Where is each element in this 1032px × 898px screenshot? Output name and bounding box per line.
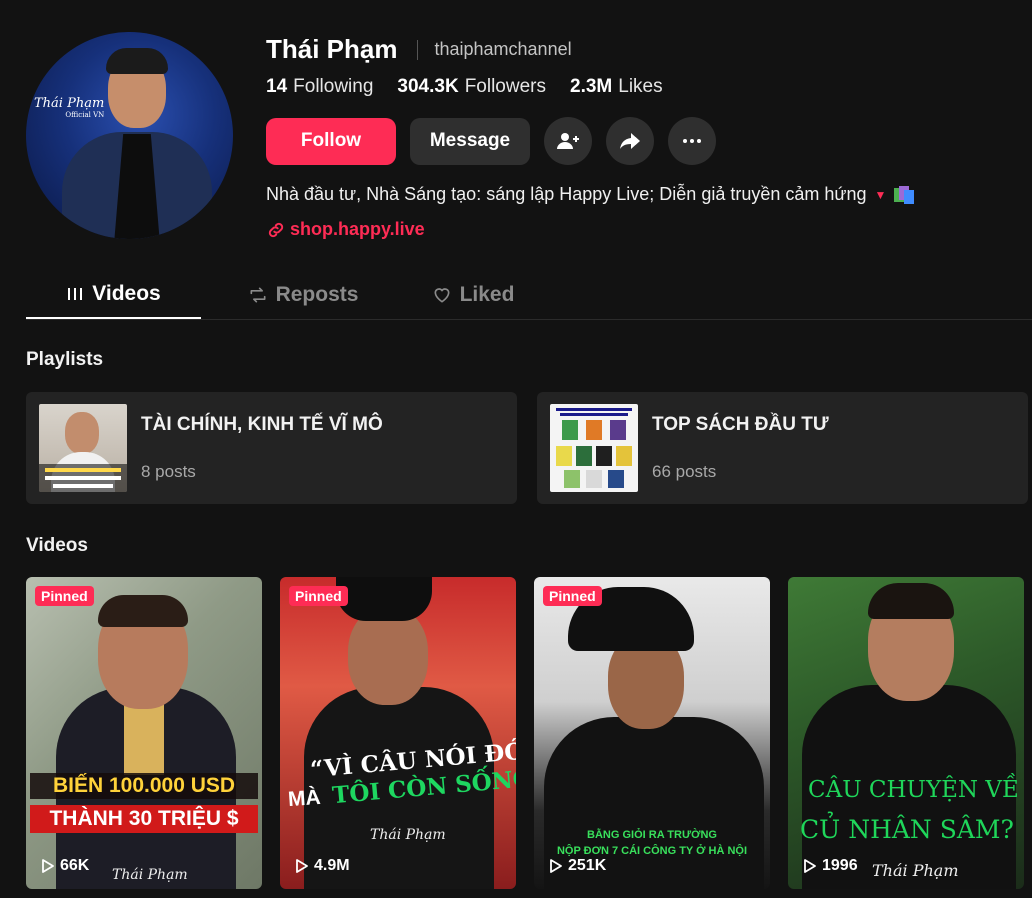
play-icon (804, 859, 816, 873)
repost-icon (250, 287, 266, 302)
name-divider (417, 39, 419, 60)
books-emoji-icon (894, 185, 916, 204)
pinned-badge: Pinned (35, 586, 94, 606)
playlist-card-finance[interactable]: TÀI CHÍNH, KINH TẾ VĨ MÔ 8 posts (26, 392, 517, 504)
profile-tabs: Videos Reposts Liked (26, 270, 1032, 320)
profile-avatar[interactable]: Thái Phạm Official VN (26, 32, 233, 239)
video-watermark: Thái Phạm (112, 867, 188, 883)
heart-outline-icon (434, 287, 450, 303)
profile-name: Thái Phạm (266, 34, 398, 64)
playlist-count: 8 posts (141, 462, 196, 481)
message-button[interactable]: Message (410, 117, 530, 165)
video-card[interactable]: CÂU CHUYỆN VỀ CỦ NHÂN SÂM? Thái Phạm 199… (788, 577, 1024, 889)
video-person-hair (98, 595, 188, 627)
video-views: 66K (42, 857, 89, 875)
playlist-thumbnail (550, 404, 638, 492)
video-caption-line2: THÀNH 30 TRIỆU $ (30, 805, 258, 833)
video-views: 251K (550, 857, 606, 875)
profile-name-row: Thái Phạm thaiphamchannel (266, 34, 572, 65)
playlist-card-books[interactable]: TOP SÁCH ĐẦU TƯ 66 posts (537, 392, 1028, 504)
playlists-title: Playlists (26, 349, 104, 370)
add-friend-icon (557, 133, 579, 149)
profile-stats: 14 Following 304.3K Followers 2.3M Likes (266, 76, 687, 98)
pinned-badge: Pinned (543, 586, 602, 606)
video-person-face (348, 607, 428, 705)
stat-likes: 2.3M Likes (570, 76, 663, 97)
play-icon (42, 859, 54, 873)
add-friend-button[interactable] (544, 117, 592, 165)
video-views: 1996 (804, 857, 858, 875)
playlist-name: TÀI CHÍNH, KINH TẾ VĨ MÔ (141, 414, 383, 435)
play-icon (550, 859, 562, 873)
profile-handle: thaiphamchannel (434, 39, 572, 59)
more-icon (683, 139, 701, 143)
profile-link[interactable]: shop.happy.live (266, 219, 425, 240)
video-caption-line2: CỦ NHÂN SÂM? (800, 815, 1014, 844)
avatar-hair (106, 48, 168, 74)
more-button[interactable] (668, 117, 716, 165)
video-views: 4.9M (296, 857, 350, 875)
video-cap (336, 577, 432, 621)
stat-following[interactable]: 14 Following (266, 76, 373, 98)
playlist-thumbnail (39, 404, 127, 492)
link-icon (268, 222, 284, 237)
video-caption-line2: NỘP ĐƠN 7 CÁI CÔNG TY Ở HÀ NỘI (556, 845, 748, 857)
tab-videos[interactable]: Videos (26, 270, 201, 319)
tab-liked[interactable]: Liked (413, 270, 533, 319)
video-watermark: Thái Phạm (872, 861, 959, 880)
video-card[interactable]: Pinned BẰNG GIỎI RA TRƯỜNG NỘP ĐƠN 7 CÁI… (534, 577, 770, 889)
videos-title: Videos (26, 535, 88, 556)
play-icon (296, 859, 308, 873)
video-person-hair (868, 583, 954, 619)
video-card[interactable]: Pinned BIẾN 100.000 USD THÀNH 30 TRIỆU $… (26, 577, 262, 889)
tab-reposts[interactable]: Reposts (233, 270, 373, 319)
video-watermark: Thái Phạm (370, 827, 446, 843)
video-caption-line1: CÂU CHUYỆN VỀ (808, 777, 1019, 803)
video-caption-line1: BIẾN 100.000 USD (30, 773, 258, 799)
profile-actions: Follow Message (266, 117, 716, 165)
video-card[interactable]: Pinned “VÌ CÂU NÓI ĐÓ MÀ TÔI CÒN SỐNG” T… (280, 577, 516, 889)
avatar-signature: Thái Phạm Official VN (34, 96, 105, 119)
grid-icon (68, 287, 83, 300)
video-caption-line1: BẰNG GIỎI RA TRƯỜNG (587, 829, 717, 841)
pinned-badge: Pinned (289, 586, 348, 606)
video-caption-line2-white: MÀ (287, 785, 322, 812)
share-icon (620, 133, 640, 149)
red-triangle-icon: ▼ (874, 187, 887, 202)
profile-bio: Nhà đầu tư, Nhà Sáng tạo: sáng lập Happy… (266, 184, 916, 205)
share-button[interactable] (606, 117, 654, 165)
profile-page: Thái Phạm Official VN Thái Phạm thaipham… (0, 0, 1032, 898)
follow-button[interactable]: Follow (266, 117, 396, 165)
playlist-count: 66 posts (652, 462, 717, 481)
stat-followers[interactable]: 304.3K Followers (397, 76, 546, 98)
playlist-name: TOP SÁCH ĐẦU TƯ (652, 414, 829, 435)
